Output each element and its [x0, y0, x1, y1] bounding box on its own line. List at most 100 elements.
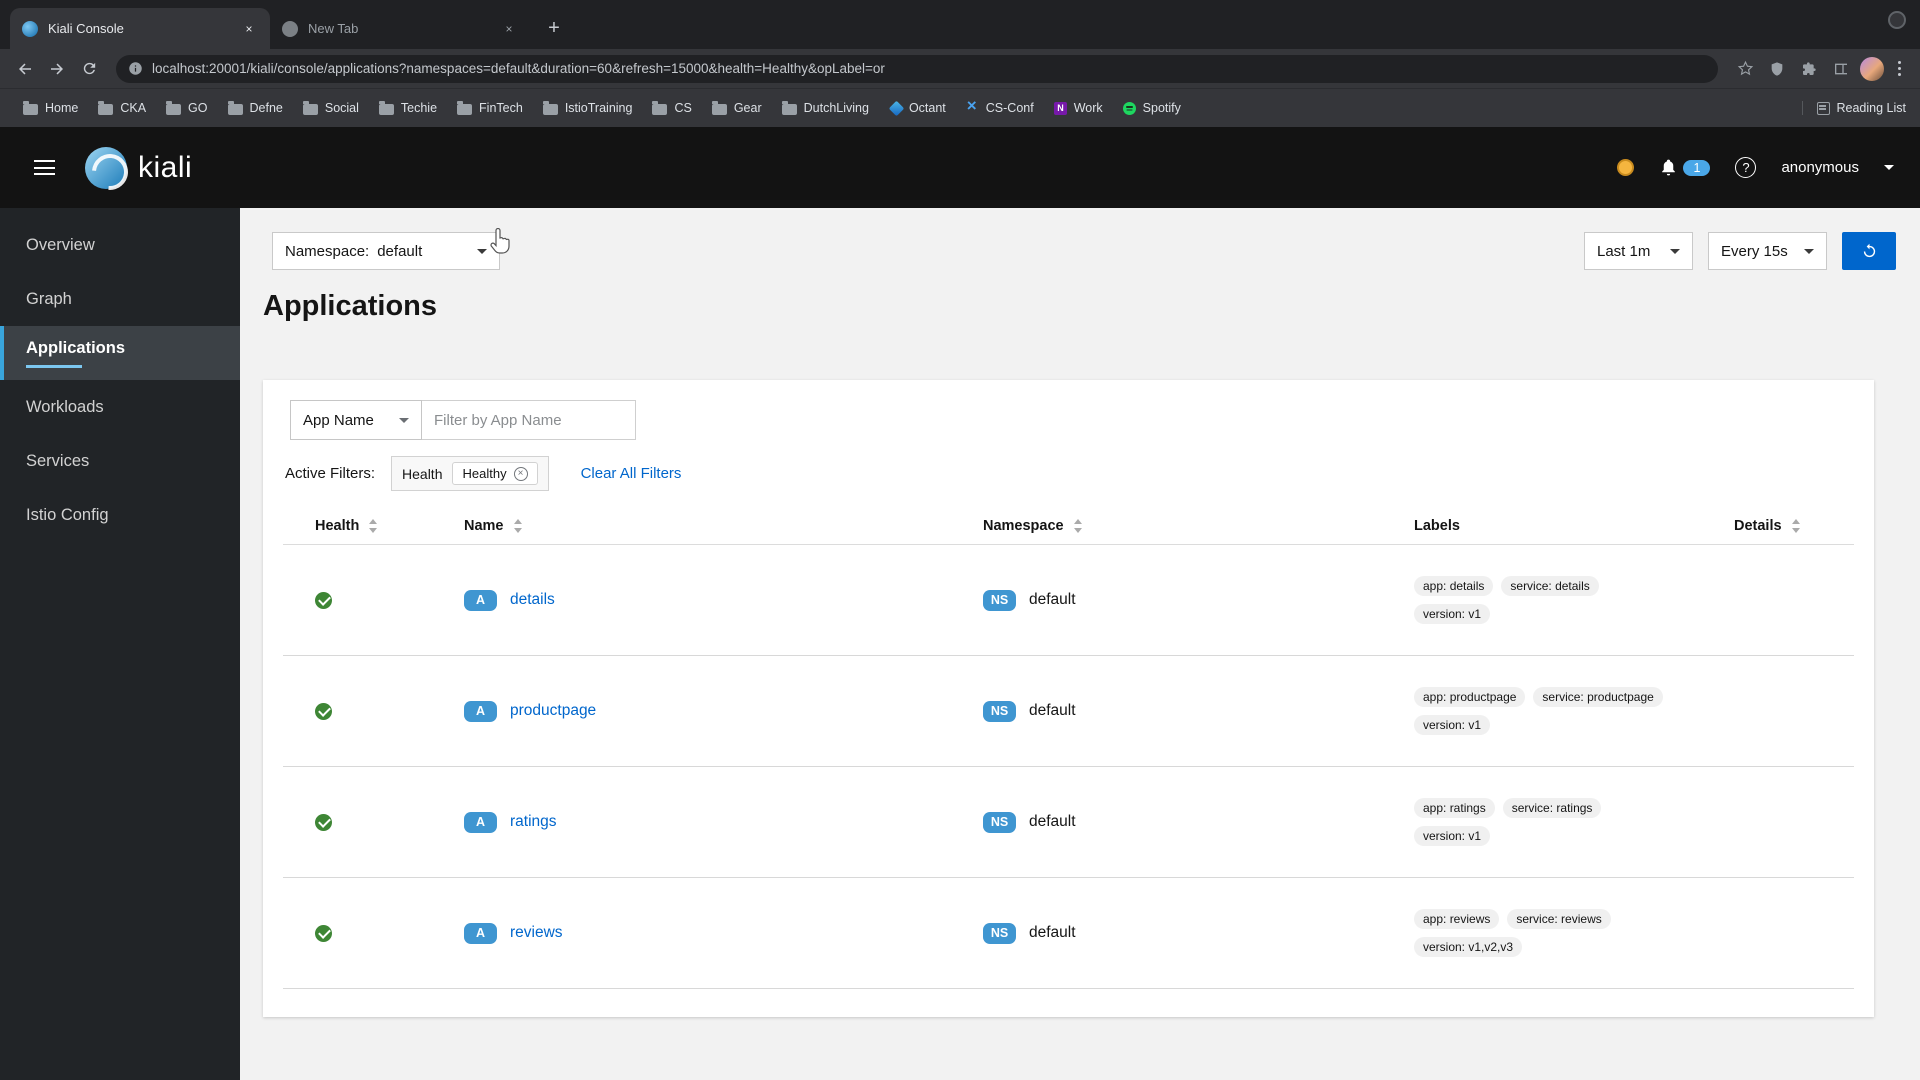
notifications-button[interactable]: 1 — [1659, 158, 1711, 177]
bookmark-item[interactable]: CS-Conf — [957, 96, 1043, 119]
site-info-icon[interactable] — [128, 61, 143, 76]
bookmark-item[interactable]: Octant — [880, 97, 955, 119]
bookmark-item[interactable]: Home — [14, 97, 87, 119]
name-cell: A reviews — [464, 922, 983, 944]
profile-ring-icon[interactable] — [1888, 11, 1906, 29]
tab-kiali-console[interactable]: Kiali Console — [10, 8, 270, 49]
bookmark-star-icon[interactable] — [1732, 56, 1758, 82]
namespace-select[interactable]: Namespace: default — [272, 232, 500, 270]
labels-cell: app: productpage service: productpage ve… — [1414, 687, 1734, 735]
bookmark-item[interactable]: FinTech — [448, 97, 532, 119]
reload-icon[interactable] — [76, 56, 102, 82]
istio-status-indicator-icon[interactable] — [1617, 159, 1635, 176]
bookmark-item[interactable]: GO — [157, 97, 216, 119]
column-label: Name — [464, 517, 504, 534]
namespace-name: default — [1029, 924, 1076, 941]
table-header-cell[interactable]: Namespace — [983, 518, 1414, 534]
hamburger-menu-icon[interactable] — [34, 160, 55, 175]
label-chip: service: reviews — [1507, 909, 1611, 929]
duration-select[interactable]: Last 1m — [1584, 232, 1693, 270]
app-name-link[interactable]: reviews — [510, 924, 563, 942]
refresh-interval-select[interactable]: Every 15s — [1708, 232, 1827, 270]
sidebar-nav-item[interactable]: Services — [0, 434, 240, 488]
bookmark-item[interactable]: CKA — [89, 97, 155, 119]
kiali-brand[interactable]: kiali — [85, 146, 193, 189]
table-header-cell[interactable]: Labels — [1414, 518, 1734, 534]
help-icon[interactable] — [1735, 157, 1757, 178]
forward-icon[interactable] — [44, 56, 70, 82]
user-menu-caret-icon[interactable] — [1884, 165, 1894, 170]
bookmark-label: Gear — [733, 101, 762, 115]
duration-value: Last 1m — [1597, 242, 1651, 260]
reading-list-button[interactable]: Reading List — [1801, 101, 1906, 115]
app-name-link[interactable]: productpage — [510, 702, 596, 720]
tab-close-icon[interactable] — [500, 20, 518, 38]
app-name-link[interactable]: details — [510, 591, 555, 609]
new-tab-button[interactable] — [540, 14, 568, 42]
kiali-brand-text: kiali — [138, 150, 193, 184]
app-badge: A — [464, 589, 497, 611]
sidebar-nav-item[interactable]: Istio Config — [0, 488, 240, 542]
bookmark-label: Defne — [249, 101, 283, 115]
health-cell — [315, 591, 464, 609]
filter-type-select[interactable]: App Name — [290, 400, 422, 440]
tab-close-icon[interactable] — [240, 20, 258, 38]
bookmark-item[interactable]: Defne — [219, 97, 292, 119]
table-header-cell[interactable]: Details — [1734, 518, 1854, 534]
applications-card: App Name Active Filters: Health Healthy … — [263, 380, 1874, 1017]
bookmark-item[interactable]: Techie — [370, 97, 446, 119]
app-name-link[interactable]: ratings — [510, 813, 557, 831]
back-icon[interactable] — [12, 56, 38, 82]
sort-icon[interactable] — [1073, 518, 1083, 533]
bookmark-label: FinTech — [479, 101, 523, 115]
sidebar-item-label: Workloads — [26, 397, 104, 416]
namespace-cell: NS default — [983, 811, 1414, 833]
bookmark-item[interactable]: Work — [1045, 97, 1112, 119]
browser-menu-kebab-icon[interactable] — [1890, 56, 1908, 82]
table-header-row: Health Name Namespace Labels Details — [283, 507, 1854, 545]
profile-avatar[interactable] — [1860, 56, 1884, 81]
label-chip: app: productpage — [1414, 687, 1526, 707]
bookmark-item[interactable]: DutchLiving — [773, 97, 878, 119]
sidebar-item-label: Overview — [26, 235, 95, 254]
table-row: A details NS default app: details servic… — [283, 545, 1854, 656]
tab-new-tab[interactable]: New Tab — [270, 8, 530, 49]
sort-icon[interactable] — [1791, 518, 1801, 533]
bookmark-folder-icon — [227, 100, 243, 115]
table-header-cell[interactable]: Health — [315, 518, 464, 534]
table-row: A reviews NS default app: reviews servic… — [283, 878, 1854, 989]
bookmark-folder-icon — [888, 100, 905, 116]
label-chip: version: v1 — [1414, 715, 1491, 735]
kiali-masthead: kiali 1 anonymous — [0, 127, 1920, 208]
bookmark-item[interactable]: IstioTraining — [534, 97, 642, 119]
sort-icon[interactable] — [369, 518, 378, 533]
sidebar-nav-item[interactable]: Applications — [0, 326, 240, 380]
filter-input[interactable] — [422, 400, 636, 440]
bookmark-item[interactable]: Spotify — [1114, 97, 1190, 119]
bookmark-item[interactable]: CS — [643, 97, 700, 119]
app-badge: A — [464, 922, 497, 944]
name-cell: A ratings — [464, 811, 983, 833]
health-chip-group: Health Healthy — [391, 456, 549, 491]
clear-all-filters-link[interactable]: Clear All Filters — [581, 465, 682, 482]
namespace-value: default — [377, 242, 423, 260]
bookmark-item[interactable]: Social — [294, 97, 368, 119]
extensions-puzzle-icon[interactable] — [1796, 56, 1822, 82]
side-panel-icon[interactable] — [1828, 56, 1854, 82]
url-bar[interactable]: localhost:20001/kiali/console/applicatio… — [116, 54, 1718, 83]
bookmark-folder-icon — [98, 100, 114, 115]
bookmark-item[interactable]: Gear — [703, 97, 771, 119]
sort-icon[interactable] — [513, 518, 523, 533]
url-text[interactable]: localhost:20001/kiali/console/applicatio… — [152, 61, 885, 76]
bookmark-folder-icon — [166, 100, 182, 115]
health-cell — [315, 813, 464, 831]
chip-remove-icon[interactable] — [513, 466, 528, 481]
sidebar-nav-item[interactable]: Overview — [0, 218, 240, 272]
shield-extension-icon[interactable] — [1764, 56, 1790, 82]
reading-list-icon — [1816, 101, 1830, 115]
table-header-cell[interactable]: Name — [464, 518, 983, 534]
sidebar-nav-item[interactable]: Graph — [0, 272, 240, 326]
sidebar-nav-item[interactable]: Workloads — [0, 380, 240, 434]
refresh-button[interactable] — [1842, 232, 1896, 270]
bookmark-folder-icon — [711, 100, 727, 115]
